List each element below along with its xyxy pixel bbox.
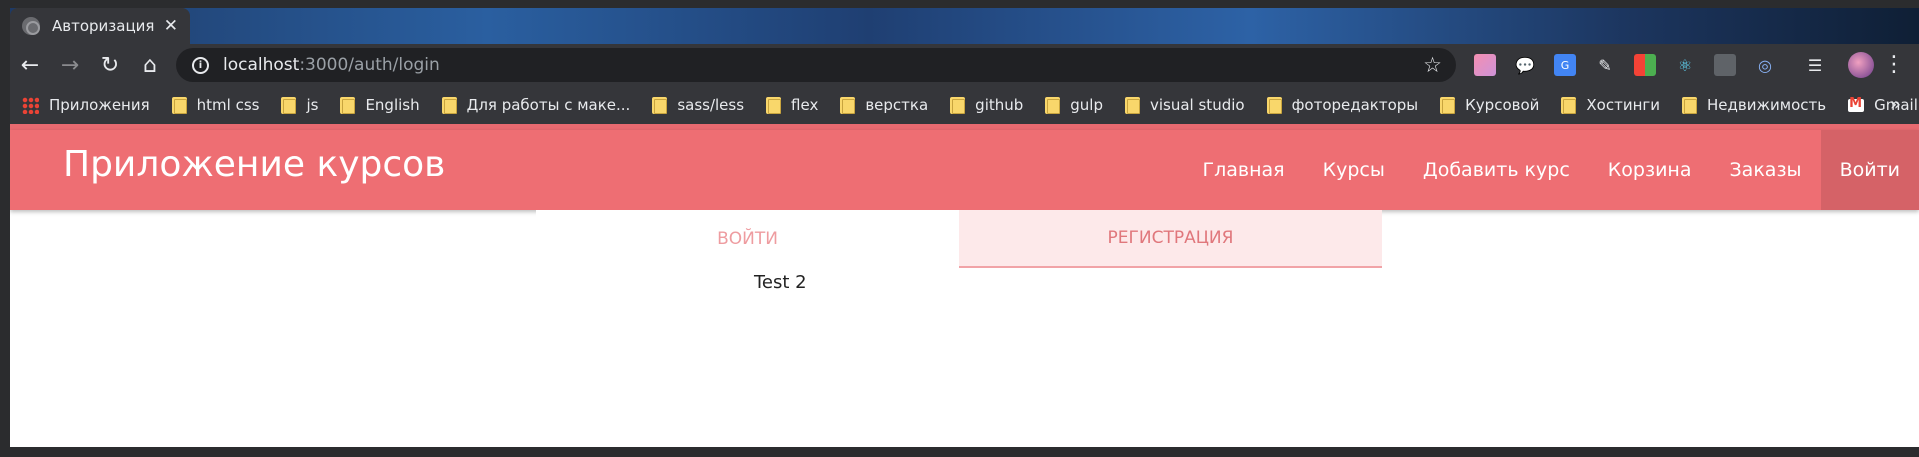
bookmark-folder[interactable]: Курсовой bbox=[1440, 96, 1539, 114]
folder-icon bbox=[766, 96, 782, 114]
bookmark-apps[interactable]: Приложения bbox=[22, 96, 150, 114]
media-control-icon[interactable]: ☰ bbox=[1804, 54, 1826, 76]
bookmarks-bar: Приложения html css js English Для работ… bbox=[10, 86, 1919, 124]
forward-button[interactable]: → bbox=[50, 45, 90, 85]
bookmark-label: Недвижимость bbox=[1707, 96, 1827, 114]
apps-grid-icon bbox=[22, 96, 39, 114]
color-picker-extension-icon[interactable]: ✎ bbox=[1594, 54, 1616, 76]
close-icon[interactable]: ✕ bbox=[164, 16, 178, 36]
auth-tabs: Войти Регистрация bbox=[536, 210, 1382, 268]
bookmark-label: visual studio bbox=[1150, 96, 1245, 114]
info-icon[interactable]: i bbox=[192, 56, 209, 74]
browser-toolbar: ← → ↻ ⌂ i localhost:3000/auth/login ☆ 💬 … bbox=[10, 44, 1919, 86]
bookmark-folder[interactable]: gulp bbox=[1045, 96, 1103, 114]
chat-extension-icon[interactable]: 💬 bbox=[1514, 54, 1536, 76]
tab-strip: Авторизация ✕ bbox=[10, 8, 1919, 44]
tab-login[interactable]: Войти bbox=[536, 210, 959, 268]
extension-grey-icon[interactable] bbox=[1714, 54, 1736, 76]
folder-icon bbox=[1440, 96, 1456, 114]
folder-icon bbox=[652, 96, 668, 114]
folder-icon bbox=[1045, 96, 1061, 114]
react-devtools-icon[interactable]: ⚛ bbox=[1674, 54, 1696, 76]
gmail-icon bbox=[1848, 96, 1865, 112]
folder-icon bbox=[1266, 96, 1282, 114]
bookmark-label: верстка bbox=[865, 96, 929, 114]
bookmark-label: github bbox=[975, 96, 1024, 114]
nav-item-add-course[interactable]: Добавить курс bbox=[1404, 130, 1589, 210]
bookmarks-overflow-icon[interactable]: » bbox=[1890, 94, 1901, 115]
bookmark-label: html css bbox=[196, 96, 260, 114]
bookmark-folder[interactable]: Хостинги bbox=[1561, 96, 1660, 114]
nav-item-home[interactable]: Главная bbox=[1184, 130, 1304, 210]
bookmark-label: gulp bbox=[1070, 96, 1103, 114]
folder-icon bbox=[171, 96, 187, 114]
folder-icon bbox=[1682, 96, 1698, 114]
main-nav: Главная Курсы Добавить курс Корзина Зака… bbox=[1184, 130, 1919, 210]
bookmark-label: Курсовой bbox=[1465, 96, 1540, 114]
bookmark-folder[interactable]: English bbox=[340, 96, 420, 114]
tab-title: Авторизация bbox=[52, 17, 155, 35]
back-button[interactable]: ← bbox=[10, 45, 50, 85]
nav-item-orders[interactable]: Заказы bbox=[1711, 130, 1821, 210]
extension-gradient-icon[interactable] bbox=[1474, 54, 1496, 76]
browser-tab[interactable]: Авторизация ✕ bbox=[10, 8, 190, 44]
bookmark-folder[interactable]: верстка bbox=[840, 96, 928, 114]
bookmark-star-icon[interactable]: ☆ bbox=[1423, 53, 1442, 77]
browser-window: Авторизация ✕ ← → ↻ ⌂ i localhost:3000/a… bbox=[0, 0, 1919, 457]
bookmark-folder[interactable]: sass/less bbox=[652, 96, 744, 114]
tab-content-text: Test 2 bbox=[754, 272, 807, 293]
app-navbar: Приложение курсов Главная Курсы Добавить… bbox=[10, 130, 1919, 210]
bookmark-label: Для работы с маке... bbox=[466, 96, 631, 114]
home-button[interactable]: ⌂ bbox=[130, 45, 170, 85]
tab-register[interactable]: Регистрация bbox=[959, 210, 1382, 268]
bookmark-folder[interactable]: js bbox=[281, 96, 318, 114]
bookmark-label: flex bbox=[791, 96, 819, 114]
bookmark-label: sass/less bbox=[677, 96, 745, 114]
bookmark-folder[interactable]: flex bbox=[766, 96, 818, 114]
bookmark-folder[interactable]: visual studio bbox=[1125, 96, 1245, 114]
url-path: :3000/auth/login bbox=[299, 55, 440, 75]
folder-icon bbox=[340, 96, 356, 114]
folder-icon bbox=[950, 96, 966, 114]
folder-icon bbox=[840, 96, 856, 114]
bookmark-label: фоторедакторы bbox=[1291, 96, 1419, 114]
page-viewport: Приложение курсов Главная Курсы Добавить… bbox=[10, 124, 1919, 447]
bookmark-label: Хостинги bbox=[1586, 96, 1661, 114]
grid-extension-icon[interactable] bbox=[1634, 54, 1656, 76]
bookmark-gmail[interactable]: Gmail bbox=[1848, 96, 1918, 114]
bookmark-folder[interactable]: github bbox=[950, 96, 1023, 114]
browser-menu-icon[interactable]: ⋮ bbox=[1883, 52, 1905, 77]
bookmark-folder[interactable]: Для работы с маке... bbox=[441, 96, 631, 114]
reload-button[interactable]: ↻ bbox=[90, 45, 130, 85]
folder-icon bbox=[1125, 96, 1140, 114]
bookmark-label: Приложения bbox=[49, 96, 150, 114]
bookmark-folder[interactable]: фоторедакторы bbox=[1266, 96, 1419, 114]
folder-icon bbox=[441, 96, 457, 114]
folder-icon bbox=[281, 96, 297, 114]
globe-icon bbox=[22, 17, 40, 35]
address-bar[interactable]: i localhost:3000/auth/login ☆ bbox=[176, 48, 1456, 82]
nav-item-courses[interactable]: Курсы bbox=[1304, 130, 1404, 210]
folder-icon bbox=[1561, 96, 1577, 114]
url-host: localhost bbox=[223, 55, 300, 75]
nav-item-login[interactable]: Войти bbox=[1820, 130, 1919, 210]
brand-logo[interactable]: Приложение курсов bbox=[63, 144, 445, 185]
bookmark-folder[interactable]: html css bbox=[171, 96, 260, 114]
bookmark-folder[interactable]: Недвижимость bbox=[1682, 96, 1826, 114]
circle-extension-icon[interactable]: ◎ bbox=[1754, 54, 1776, 76]
bookmark-label: js bbox=[306, 96, 319, 114]
nav-item-cart[interactable]: Корзина bbox=[1589, 130, 1711, 210]
bookmark-label: English bbox=[365, 96, 420, 114]
window-bottom-edge bbox=[0, 447, 1919, 457]
profile-avatar[interactable] bbox=[1848, 52, 1874, 78]
window-left-edge bbox=[0, 0, 10, 457]
translate-extension-icon[interactable]: G bbox=[1554, 54, 1576, 76]
